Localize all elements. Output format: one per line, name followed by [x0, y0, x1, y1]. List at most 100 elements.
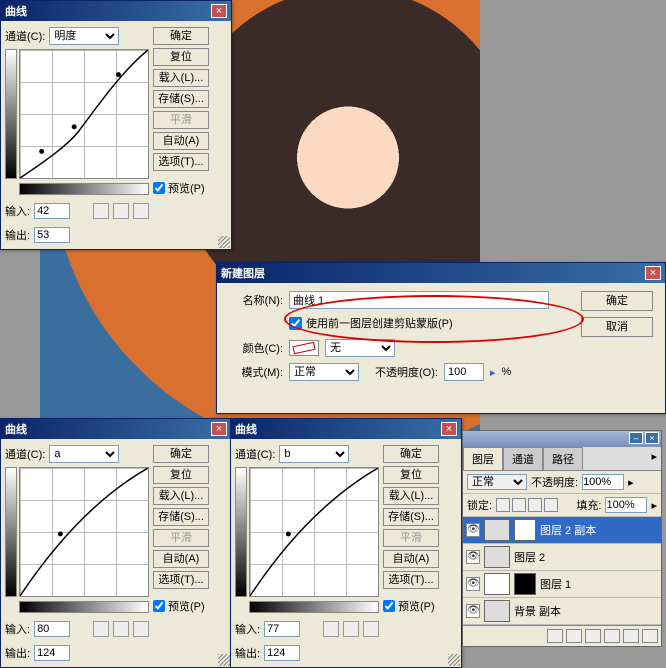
minimize-icon[interactable]: – [629, 432, 643, 444]
color-swatch[interactable] [289, 340, 319, 356]
name-input[interactable] [289, 291, 549, 309]
eyedropper-white-icon[interactable] [363, 621, 379, 637]
titlebar[interactable]: 曲线 × [1, 1, 231, 21]
tab-channels[interactable]: 通道 [503, 447, 543, 470]
preview-checkbox[interactable] [153, 182, 165, 194]
save-button[interactable]: 存储(S)... [153, 90, 209, 108]
auto-button[interactable]: 自动(A) [153, 550, 209, 568]
options-button[interactable]: 选项(T)... [153, 153, 209, 171]
trash-icon[interactable] [642, 629, 658, 643]
channel-select[interactable]: 明度 [49, 27, 119, 45]
eyedropper-gray-icon[interactable] [113, 621, 129, 637]
mode-select[interactable]: 正常 [289, 363, 359, 381]
lock-pixels-icon[interactable] [512, 498, 526, 512]
eyedropper-gray-icon[interactable] [343, 621, 359, 637]
color-select[interactable]: 无 [325, 339, 395, 357]
titlebar[interactable]: 曲线 × [1, 419, 231, 439]
output-label: 输出: [5, 645, 30, 661]
save-button[interactable]: 存储(S)... [383, 508, 439, 526]
close-icon[interactable]: × [645, 266, 661, 280]
eyedropper-black-icon[interactable] [323, 621, 339, 637]
layer-mask-thumb[interactable] [514, 573, 536, 595]
preview-checkbox[interactable] [383, 600, 395, 612]
layer-mask-thumb[interactable] [514, 519, 536, 541]
titlebar[interactable]: 新建图层 × [217, 263, 665, 283]
output-field[interactable] [34, 227, 70, 243]
channel-select[interactable]: a [49, 445, 119, 463]
reset-button[interactable]: 复位 [153, 466, 209, 484]
load-button[interactable]: 载入(L)... [383, 487, 439, 505]
layer-thumb[interactable] [484, 546, 510, 568]
input-field[interactable] [34, 621, 70, 637]
lock-transparent-icon[interactable] [496, 498, 510, 512]
adjustment-icon[interactable] [604, 629, 620, 643]
titlebar[interactable]: 曲线 × [231, 419, 461, 439]
lock-all-icon[interactable] [544, 498, 558, 512]
opacity-label: 不透明度(O): [375, 364, 438, 380]
tab-layers[interactable]: 图层 [463, 447, 503, 470]
auto-button[interactable]: 自动(A) [153, 132, 209, 150]
load-button[interactable]: 载入(L)... [153, 69, 209, 87]
opacity-arrow-icon[interactable]: ▸ [490, 366, 496, 379]
reset-button[interactable]: 复位 [153, 48, 209, 66]
input-field[interactable] [264, 621, 300, 637]
load-button[interactable]: 载入(L)... [153, 487, 209, 505]
resize-grip-icon[interactable] [218, 654, 230, 666]
tab-paths[interactable]: 路径 [543, 447, 583, 470]
close-icon[interactable]: × [211, 4, 227, 18]
close-icon[interactable]: × [645, 432, 659, 444]
visibility-icon[interactable]: 👁 [466, 577, 480, 591]
output-field[interactable] [34, 645, 70, 661]
blend-mode-select[interactable]: 正常 [467, 474, 527, 490]
layer-row[interactable]: 👁背景 副本 [463, 598, 661, 625]
ok-button[interactable]: 确定 [581, 291, 653, 311]
clip-checkbox[interactable] [289, 317, 302, 330]
output-field[interactable] [264, 645, 300, 661]
close-icon[interactable]: × [211, 422, 227, 436]
ok-button[interactable]: 确定 [153, 27, 209, 45]
curve-grid[interactable] [19, 467, 149, 597]
options-button[interactable]: 选项(T)... [153, 571, 209, 589]
options-button[interactable]: 选项(T)... [383, 571, 439, 589]
visibility-icon[interactable]: 👁 [466, 523, 480, 537]
eyedropper-white-icon[interactable] [133, 203, 149, 219]
new-layer-icon[interactable] [623, 629, 639, 643]
opacity-input[interactable] [444, 363, 484, 381]
save-button[interactable]: 存储(S)... [153, 508, 209, 526]
layer-thumb[interactable] [484, 573, 510, 595]
panel-head[interactable]: – × [463, 431, 661, 447]
ok-button[interactable]: 确定 [383, 445, 439, 463]
preview-checkbox[interactable] [153, 600, 165, 612]
layer-thumb[interactable] [484, 600, 510, 622]
layer-row[interactable]: 👁图层 2 副本 [463, 517, 661, 544]
channel-select[interactable]: b [279, 445, 349, 463]
visibility-icon[interactable]: 👁 [466, 604, 480, 618]
ok-button[interactable]: 确定 [153, 445, 209, 463]
reset-button[interactable]: 复位 [383, 466, 439, 484]
fill-input[interactable] [605, 497, 647, 513]
folder-icon[interactable] [585, 629, 601, 643]
resize-grip-icon[interactable] [218, 236, 230, 248]
layer-row[interactable]: 👁图层 2 [463, 544, 661, 571]
mask-icon[interactable] [566, 629, 582, 643]
opacity-input[interactable] [582, 474, 624, 490]
resize-grip-icon[interactable] [448, 654, 460, 666]
panel-menu-icon[interactable]: ▸ [647, 447, 661, 470]
curve-grid[interactable] [249, 467, 379, 597]
layer-thumb[interactable] [484, 519, 510, 541]
eyedropper-black-icon[interactable] [93, 621, 109, 637]
curve-grid[interactable] [19, 49, 149, 179]
close-icon[interactable]: × [441, 422, 457, 436]
eyedropper-black-icon[interactable] [93, 203, 109, 219]
cancel-button[interactable]: 取消 [581, 317, 653, 337]
input-field[interactable] [34, 203, 70, 219]
eyedropper-gray-icon[interactable] [113, 203, 129, 219]
fx-icon[interactable] [547, 629, 563, 643]
layer-row[interactable]: 👁图层 1 [463, 571, 661, 598]
eyedropper-white-icon[interactable] [133, 621, 149, 637]
opacity-arrow-icon[interactable]: ▸ [628, 476, 634, 489]
auto-button[interactable]: 自动(A) [383, 550, 439, 568]
fill-arrow-icon[interactable]: ▸ [651, 499, 657, 512]
visibility-icon[interactable]: 👁 [466, 550, 480, 564]
lock-position-icon[interactable] [528, 498, 542, 512]
